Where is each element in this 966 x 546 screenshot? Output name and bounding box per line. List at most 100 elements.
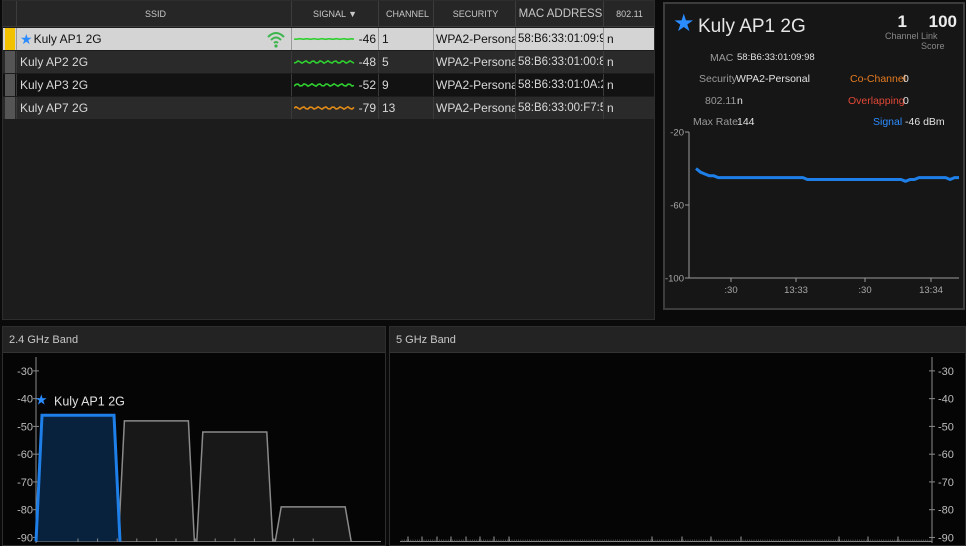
mac-label: MAC bbox=[710, 52, 734, 64]
y-tick-label: -20 bbox=[670, 128, 684, 139]
signal-sparkline bbox=[294, 82, 355, 88]
security-cell: WPA2-Personal bbox=[434, 74, 516, 96]
signal-sparkline-line bbox=[294, 105, 355, 111]
ssid-text: Kuly AP3 2G bbox=[20, 78, 89, 92]
header-ssid[interactable]: SSID bbox=[17, 1, 292, 26]
header-signal[interactable]: SIGNAL ▼ bbox=[292, 1, 379, 26]
band-5ghz-panel: 5 GHz Band -30-40-50-60-70-80-9036404448… bbox=[389, 326, 966, 546]
link-score-caption: Link Score bbox=[921, 31, 945, 51]
dot11-value: n bbox=[737, 95, 743, 107]
y-tick-label: -30 bbox=[17, 366, 33, 378]
signal-value: -79 bbox=[358, 101, 376, 115]
row-marker bbox=[3, 74, 17, 96]
header-security[interactable]: SECURITY bbox=[434, 1, 516, 26]
signal-sparkline bbox=[294, 37, 355, 41]
signal-history-line bbox=[695, 167, 959, 183]
mac-address-cell: 58:B6:33:01:0A:28 bbox=[516, 74, 604, 96]
signal-cell: -48 bbox=[292, 51, 379, 73]
table-row[interactable]: Kuly AP7 2G -79 13 WPA2-Personal 58:B6:33:00… bbox=[3, 97, 654, 119]
ssid-cell: Kuly AP3 2G bbox=[17, 74, 292, 96]
y-tick-label: -50 bbox=[938, 421, 954, 433]
link-score-value: 100 bbox=[928, 12, 957, 31]
ssid-text: Kuly AP7 2G bbox=[20, 101, 89, 115]
wifi-arc-outer bbox=[267, 32, 285, 38]
network-label: Kuly AP1 2G bbox=[54, 394, 125, 408]
band-5ghz-chart: -30-40-50-60-70-80-903640444852566064100… bbox=[400, 357, 954, 544]
star-icon[interactable]: ★ bbox=[673, 12, 695, 36]
y-tick-label: -60 bbox=[938, 449, 954, 461]
ssid-cell: Kuly AP2 2G bbox=[17, 51, 292, 73]
co-channel-value: 0 bbox=[903, 73, 909, 85]
x-tick-label: 13:34 bbox=[919, 285, 943, 296]
channel-cell: 1 bbox=[379, 28, 434, 50]
overlapping-label: Overlapping bbox=[848, 95, 905, 107]
y-tick-label: -40 bbox=[938, 394, 954, 406]
dot11-cell: n bbox=[607, 32, 614, 46]
table-row[interactable]: ★ Kuly AP1 2G -46 1 WPA2-Personal 58:B6:33:01… bbox=[3, 28, 654, 50]
table-row[interactable]: Kuly AP2 2G -48 5 WPA2-Personal 58:B6:33:01:… bbox=[3, 51, 654, 73]
dot11-label: 802.11 bbox=[705, 95, 737, 107]
wifi-icon bbox=[267, 32, 285, 48]
overlapping-value: 0 bbox=[903, 95, 909, 107]
row-marker bbox=[3, 28, 17, 50]
y-tick-label: -90 bbox=[938, 532, 954, 544]
y-tick-label: -80 bbox=[938, 505, 954, 517]
detail-title: Kuly AP1 2G bbox=[698, 16, 806, 37]
mac-address-cell: 58:B6:33:01:09:98 bbox=[516, 28, 604, 50]
header-channel[interactable]: CHANNEL bbox=[379, 1, 434, 26]
x-tick-label: 13:33 bbox=[784, 285, 808, 296]
y-tick-label: -90 bbox=[17, 532, 33, 544]
signal-sparkline-line bbox=[294, 82, 355, 88]
y-tick-label: -30 bbox=[938, 366, 954, 378]
table-row[interactable]: Kuly AP3 2G -52 9 WPA2-Personal 58:B6:33:01:… bbox=[3, 74, 654, 96]
network-detail-panel: ★ Kuly AP1 2G 1 Channel 100 Link Score M… bbox=[663, 2, 965, 310]
wifi-dot bbox=[274, 44, 278, 48]
signal-sparkline bbox=[294, 105, 355, 111]
dot11-cell: n bbox=[607, 55, 614, 69]
wifi-arc-middle bbox=[270, 36, 282, 41]
signal-value: -48 bbox=[358, 55, 376, 69]
dot11-cell: n bbox=[607, 101, 614, 115]
channel-value: 1 bbox=[897, 12, 907, 31]
mac-value: 58:B6:33:01:09:98 bbox=[737, 52, 815, 63]
wifi-arc-inner bbox=[273, 41, 279, 44]
x-tick-label: :30 bbox=[724, 285, 737, 296]
y-tick-label: -60 bbox=[17, 449, 33, 461]
header-mac-address[interactable]: MAC ADDRESS bbox=[516, 1, 604, 26]
star-icon[interactable]: ★ bbox=[20, 31, 33, 48]
security-cell: WPA2-Personal bbox=[434, 97, 516, 119]
y-tick-label: -100 bbox=[665, 274, 684, 285]
y-tick-label: -40 bbox=[17, 394, 33, 406]
security-cell: WPA2-Personal bbox=[434, 51, 516, 73]
signal-cell: -46 bbox=[292, 28, 379, 50]
mac-address-cell: 58:B6:33:01:00:88 bbox=[516, 51, 604, 73]
channel-cell: 13 bbox=[379, 97, 434, 119]
ssid-cell: ★ Kuly AP1 2G bbox=[17, 28, 292, 50]
ssid-text: Kuly AP1 2G bbox=[33, 32, 102, 46]
signal-history-chart: -20 -60 -100:30 13:33:30 13:34 bbox=[665, 128, 959, 296]
y-tick-label: -70 bbox=[17, 477, 33, 489]
security-label: Security bbox=[699, 73, 737, 85]
network-channel-area bbox=[275, 506, 352, 542]
header-802-11[interactable]: 802.11 bbox=[604, 1, 652, 26]
network-channel-area bbox=[36, 415, 120, 542]
header-marker bbox=[3, 1, 17, 26]
row-marker-box bbox=[4, 28, 15, 50]
y-tick-label: -70 bbox=[938, 477, 954, 489]
table-header: SSID SIGNAL ▼ CHANNEL SECURITY MAC ADDRE… bbox=[3, 1, 654, 27]
y-tick-label: -60 bbox=[670, 201, 684, 212]
ssid-cell: Kuly AP7 2G bbox=[17, 97, 292, 119]
signal-cell: -52 bbox=[292, 74, 379, 96]
signal-sparkline-line bbox=[294, 37, 355, 41]
channel-caption: Channel bbox=[885, 31, 919, 41]
band-24ghz-chart: -30-40-50-60-70-80-90★Kuly AP1 2G1234567… bbox=[17, 357, 381, 544]
mac-address-cell: 58:B6:33:00:F7:58 bbox=[516, 97, 604, 119]
row-marker bbox=[3, 97, 17, 119]
row-marker-box bbox=[4, 97, 15, 119]
row-marker-box bbox=[4, 74, 15, 96]
security-value: WPA2-Personal bbox=[736, 73, 810, 85]
signal-value: -52 bbox=[358, 78, 376, 92]
band-24ghz-panel: 2.4 GHz Band -30 -40 -50 -60 -70 -80 -90 ★ Kuly … bbox=[2, 326, 386, 546]
row-marker-box bbox=[4, 51, 15, 73]
signal-value: -46 bbox=[358, 32, 376, 46]
